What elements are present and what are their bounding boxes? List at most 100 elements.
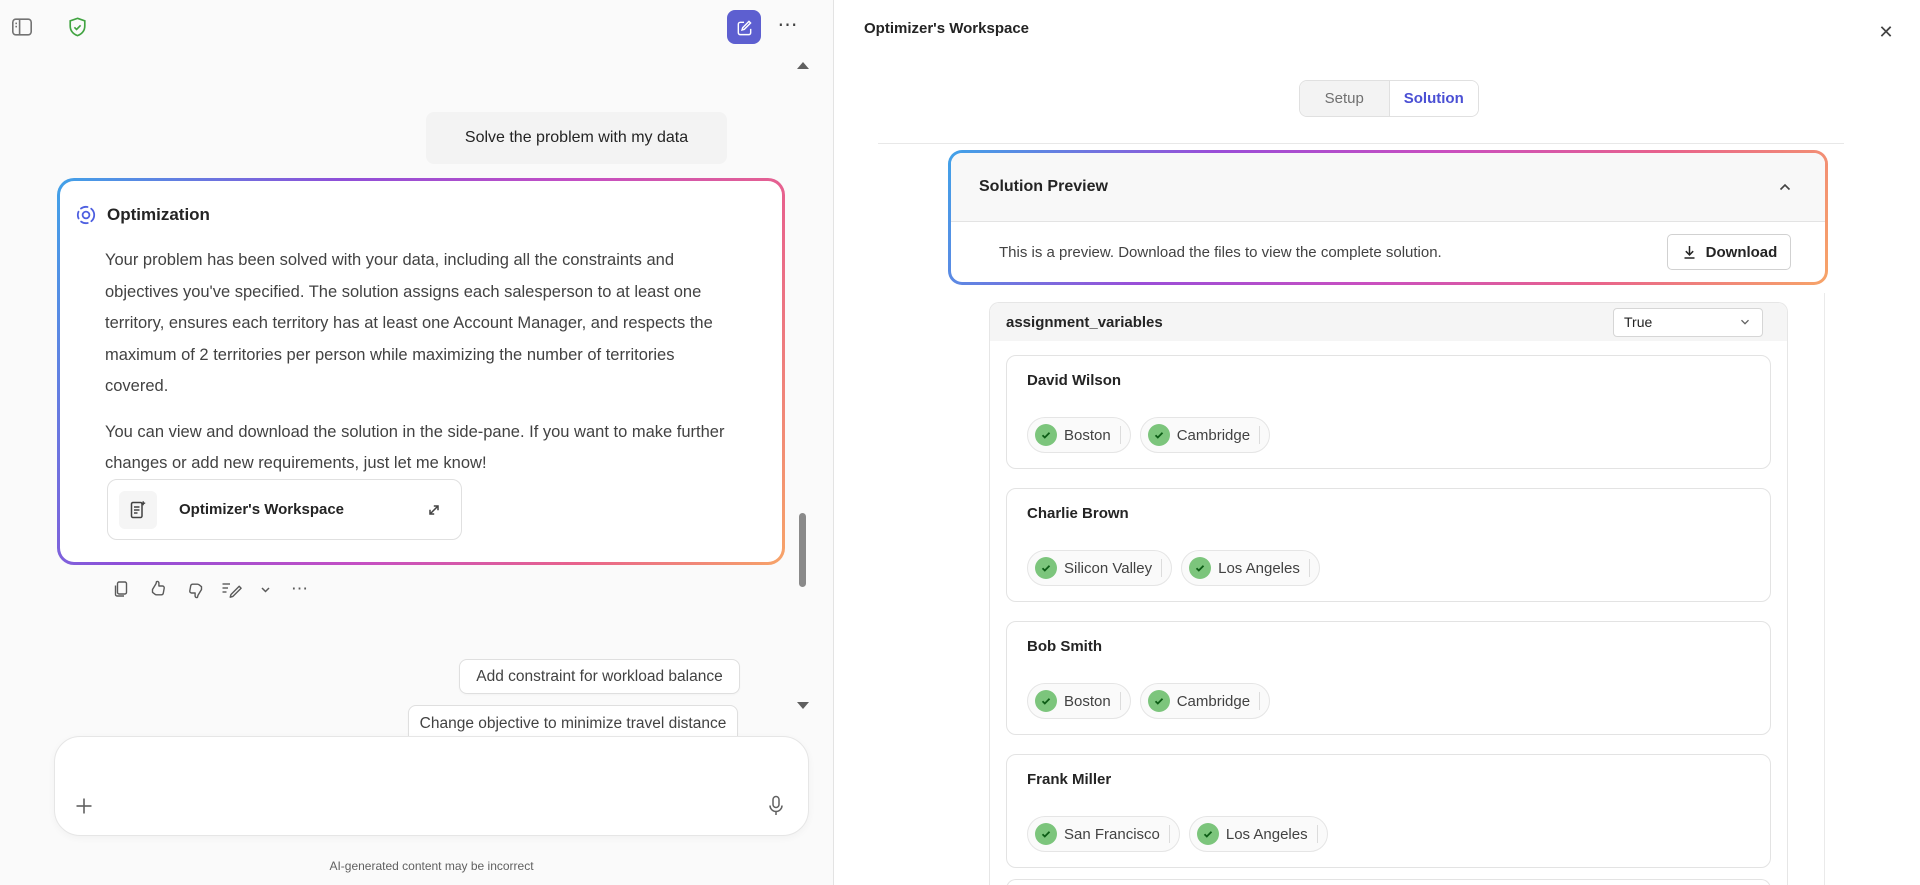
workspace-attachment-label: Optimizer's Workspace [179, 501, 345, 518]
territory-tag[interactable]: Silicon Valley [1027, 550, 1173, 586]
territory-label: Boston [1064, 692, 1111, 710]
divider [1259, 692, 1261, 710]
territory-tag[interactable]: Los Angeles [1181, 550, 1320, 586]
rewrite-button[interactable] [221, 577, 243, 601]
thumbs-down-button[interactable] [184, 577, 206, 601]
rewrite-dropdown-button[interactable] [258, 577, 272, 601]
thumbs-up-button[interactable] [147, 577, 169, 601]
person-name: David Wilson [1027, 372, 1122, 389]
divider [1168, 825, 1170, 843]
chat-input[interactable] [54, 736, 809, 836]
check-circle-icon [1035, 823, 1057, 845]
value-filter-dropdown[interactable]: True [1613, 307, 1763, 337]
check-circle-icon [1035, 424, 1057, 446]
download-icon [1681, 244, 1698, 261]
divider [1316, 825, 1318, 843]
chevron-up-icon [1776, 178, 1794, 196]
assistant-message-title: Optimization [107, 205, 210, 224]
variable-name-label: assignment_variables [1006, 313, 1163, 331]
assignment-row: Charlie Brown Silicon Valley Los Angeles [1006, 488, 1771, 602]
scrollbar-down-arrow[interactable] [797, 702, 809, 709]
shield-check-icon [65, 15, 90, 40]
ai-disclaimer: AI-generated content may be incorrect [329, 859, 534, 873]
territory-tag[interactable]: Cambridge [1139, 417, 1271, 453]
expand-icon [425, 501, 443, 519]
divider [1119, 692, 1121, 710]
check-circle-icon [1147, 424, 1170, 446]
check-circle-icon [1147, 690, 1170, 712]
check-circle-icon [1035, 557, 1057, 579]
territory-label: Los Angeles [1225, 825, 1308, 843]
document-sparkle-icon [119, 490, 157, 529]
new-chat-button[interactable] [727, 10, 761, 44]
message-more-button[interactable]: ⋯ [287, 577, 313, 601]
workspace-panel: Optimizer's Workspace ✕ Setup Solution S… [833, 0, 1920, 885]
download-button[interactable]: Download [1667, 234, 1791, 270]
check-circle-icon [1035, 690, 1057, 712]
copy-icon [111, 579, 131, 599]
solution-preview-title: Solution Preview [979, 178, 1108, 195]
assistant-paragraph: You can view and download the solution i… [105, 422, 725, 473]
setup-solution-tabs: Setup Solution [1299, 80, 1479, 117]
chevron-down-icon [259, 583, 272, 596]
divider [1161, 559, 1163, 577]
workspace-attachment-card[interactable]: Optimizer's Workspace [107, 479, 462, 540]
territory-tag[interactable]: Boston [1027, 417, 1131, 453]
territory-label: Cambridge [1176, 692, 1251, 710]
territory-label: Cambridge [1176, 426, 1251, 444]
assignment-row: Bob Smith Boston Cambridge [1006, 621, 1771, 735]
microphone-button[interactable] [760, 789, 792, 823]
tab-solution[interactable]: Solution [1389, 81, 1478, 116]
close-panel-button[interactable]: ✕ [1870, 16, 1902, 48]
plus-icon [71, 793, 97, 819]
tab-setup[interactable]: Setup [1300, 81, 1390, 116]
check-circle-icon [1196, 823, 1219, 845]
divider [878, 143, 1844, 144]
territory-label: Boston [1064, 426, 1111, 444]
add-attachment-button[interactable] [67, 789, 101, 823]
suggestion-chip[interactable]: Add constraint for workload balance [459, 659, 740, 694]
assistant-message-card: Optimization Your problem has been solve… [57, 178, 785, 565]
territory-label: San Francisco [1064, 825, 1160, 843]
assignment-variables-header: assignment_variables True [990, 303, 1787, 341]
solution-preview-section: Solution Preview This is a preview. Down… [948, 150, 1828, 285]
territory-tag[interactable]: Boston [1027, 683, 1131, 719]
collapse-section-button[interactable] [1771, 173, 1799, 201]
assignment-row: David Wilson Boston Cambridge [1006, 355, 1771, 469]
pen-lines-icon [220, 578, 244, 600]
download-label: Download [1705, 243, 1778, 261]
assignment-row-partial [1006, 879, 1771, 885]
optimization-agent-icon [74, 203, 98, 227]
scrollbar-thumb[interactable] [799, 513, 806, 587]
territory-tag[interactable]: Cambridge [1139, 683, 1271, 719]
divider [1308, 559, 1310, 577]
user-message-bubble: Solve the problem with my data [426, 112, 727, 164]
scrollbar-up-arrow[interactable] [797, 62, 809, 69]
chat-pane: ⋯ Solve the problem with my data Optimiz… [0, 0, 833, 885]
territory-tag[interactable]: Los Angeles [1188, 816, 1328, 852]
assignment-variables-section: assignment_variables True David Wilson B… [989, 302, 1788, 885]
check-circle-icon [1189, 557, 1212, 579]
assistant-paragraph: Your problem has been solved with your d… [105, 251, 713, 395]
person-name: Charlie Brown [1027, 505, 1129, 522]
copy-button[interactable] [110, 577, 132, 601]
divider [1119, 426, 1121, 444]
person-name: Bob Smith [1027, 638, 1102, 655]
territory-label: Silicon Valley [1064, 559, 1153, 577]
assignment-row: Frank Miller San Francisco Los Angeles [1006, 754, 1771, 868]
divider [1259, 426, 1261, 444]
person-name: Frank Miller [1027, 771, 1112, 788]
dropdown-selected-value: True [1624, 314, 1653, 330]
sidebar-toggle-button[interactable] [9, 14, 35, 40]
sidebar-toggle-icon [10, 15, 34, 39]
thumbs-up-icon [148, 579, 169, 600]
message-actions-toolbar: ⋯ [110, 577, 313, 601]
territory-tag[interactable]: San Francisco [1027, 816, 1180, 852]
panel-scrollbar-track[interactable] [1824, 293, 1825, 885]
protected-status-button[interactable] [64, 14, 90, 40]
chevron-down-icon [1738, 315, 1752, 329]
microphone-icon [765, 794, 787, 818]
app-window: ⋯ Solve the problem with my data Optimiz… [0, 0, 1920, 885]
chat-more-options-button[interactable]: ⋯ [772, 8, 804, 40]
panel-title: Optimizer's Workspace [864, 20, 1030, 37]
